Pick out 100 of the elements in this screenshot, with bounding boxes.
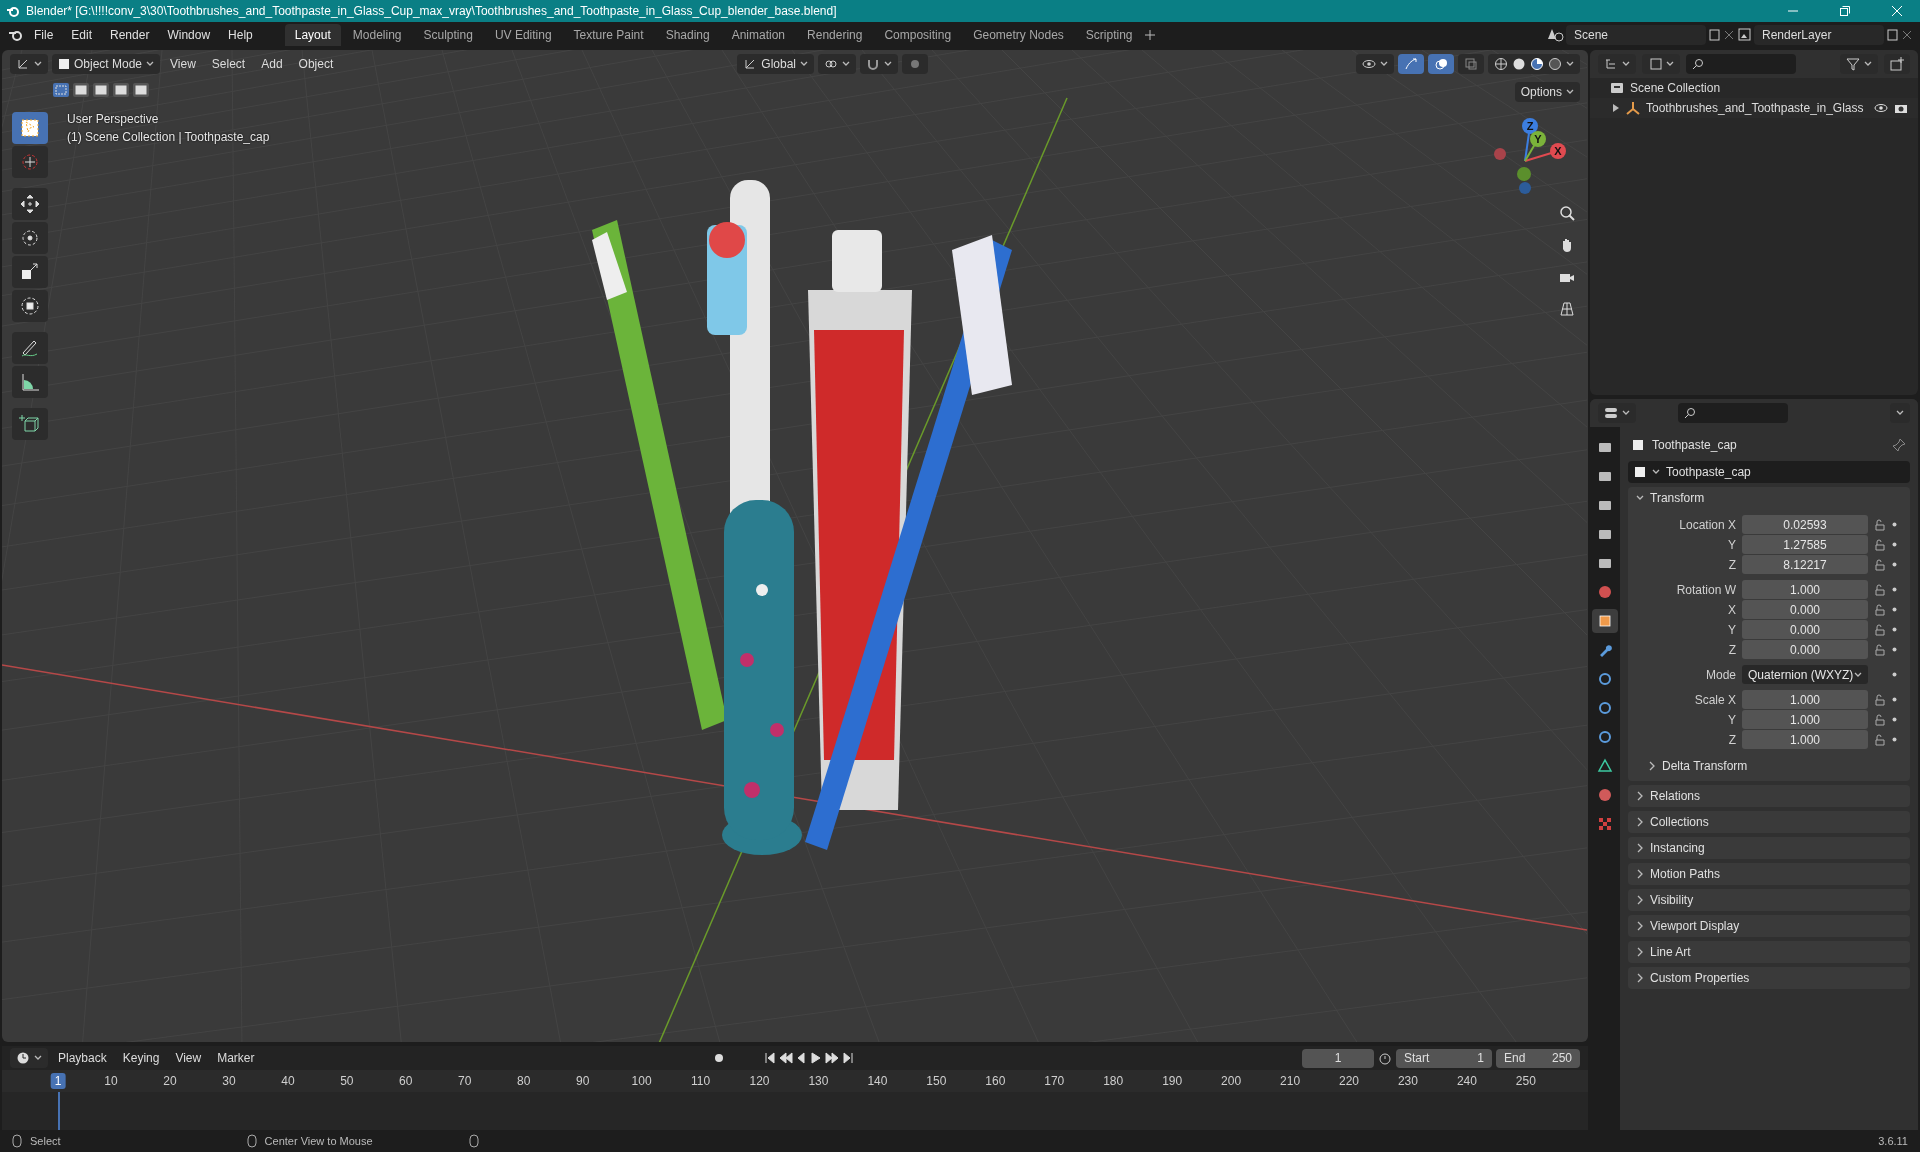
search-field[interactable]	[1686, 54, 1796, 74]
end-frame-field[interactable]: End 250	[1496, 1048, 1580, 1068]
shading-mode-buttons[interactable]	[1488, 54, 1580, 74]
subpanel-header[interactable]: Delta Transform	[1628, 755, 1910, 777]
tool-button[interactable]	[12, 290, 48, 322]
frame-number: 110	[690, 1073, 712, 1089]
workspace-tab[interactable]: Geometry Nodes	[963, 24, 1074, 46]
list-tree-icon	[1604, 57, 1618, 71]
close-icon[interactable]	[1892, 6, 1902, 16]
selection-mode-icon[interactable]	[132, 82, 150, 98]
timeline-menu-item[interactable]: Playback	[52, 1049, 113, 1067]
menu-item[interactable]: Edit	[63, 25, 101, 45]
collapsed-panel[interactable]: Visibility	[1628, 889, 1910, 911]
collapsed-panel[interactable]: Collections	[1628, 811, 1910, 833]
tool-button[interactable]	[12, 112, 48, 144]
collapsed-panel[interactable]: Instancing	[1628, 837, 1910, 859]
collapsed-panel[interactable]: Motion Paths	[1628, 863, 1910, 885]
overlay-toggle-button[interactable]	[1428, 54, 1454, 74]
new-collection-button[interactable]	[1884, 54, 1910, 74]
workspace-tab[interactable]: Modeling	[342, 24, 412, 46]
start-frame-field[interactable]: Start 1	[1396, 1048, 1492, 1068]
menu-item[interactable]: Window	[159, 25, 219, 45]
editor-type-button[interactable]	[10, 1048, 48, 1068]
viewport-menu-item[interactable]: Add	[255, 55, 289, 73]
collapsed-panel[interactable]: Viewport Display	[1628, 915, 1910, 937]
frame-number[interactable]: 1	[50, 1073, 66, 1089]
scene-field[interactable]: Scene	[1566, 25, 1706, 45]
mode-dropdown[interactable]: Quaternion (WXYZ)	[1742, 665, 1868, 684]
menu-item[interactable]: Help	[220, 25, 261, 45]
viewport-menu-item[interactable]: Object	[292, 55, 340, 73]
number-field[interactable]: 0.000	[1742, 640, 1868, 659]
collapsed-panel[interactable]: Custom Properties	[1628, 967, 1910, 989]
workspace-tab[interactable]: Layout	[284, 24, 341, 46]
proportional-edit-button[interactable]	[902, 54, 928, 74]
3d-viewport[interactable]: Object Mode View Select Add Object Global Options User Perspective (1) Scene Collection | Toothpaste_cap Z Y X	[2, 50, 1588, 1042]
workspace-tab[interactable]: Rendering	[797, 24, 873, 46]
workspace-tab[interactable]: Texture Paint	[563, 24, 654, 46]
number-field[interactable]: 0.000	[1742, 600, 1868, 619]
chevron-down-icon	[34, 1054, 42, 1062]
tool-button[interactable]	[12, 222, 48, 254]
options-dropdown[interactable]	[1890, 403, 1910, 423]
number-field[interactable]: 1.000	[1742, 690, 1868, 709]
workspace-tab[interactable]: UV Editing	[484, 24, 562, 46]
timeline-track[interactable]	[2, 1092, 1588, 1130]
workspace-tab[interactable]: Shading	[655, 24, 720, 46]
viewport-menu-item[interactable]: View	[164, 55, 202, 73]
timeline-menu-item[interactable]: Keying	[116, 1049, 166, 1067]
render-layer-field[interactable]: RenderLayer	[1754, 25, 1884, 45]
filter-button[interactable]	[1840, 54, 1878, 74]
workspace-tab[interactable]: Animation	[721, 24, 796, 46]
tool-button[interactable]	[12, 366, 48, 398]
collapsed-triangle-icon[interactable]	[1612, 104, 1620, 112]
pin-icon[interactable]	[1892, 438, 1906, 452]
collapsed-panel[interactable]: Relations	[1628, 785, 1910, 807]
outliner-row[interactable]: Scene Collection	[1590, 78, 1918, 98]
search-field[interactable]	[1678, 403, 1788, 423]
menu-item[interactable]: File	[26, 25, 62, 45]
number-field[interactable]: 0.000	[1742, 620, 1868, 639]
collapsed-panel[interactable]: Line Art	[1628, 941, 1910, 963]
tool-button[interactable]	[12, 188, 48, 220]
eye-icon[interactable]	[1874, 101, 1888, 115]
workspace-tab[interactable]: Sculpting	[413, 24, 483, 46]
selection-mode-icon[interactable]	[92, 82, 110, 98]
display-mode-button[interactable]	[1598, 54, 1636, 74]
object-name-field[interactable]: Toothpaste_cap	[1628, 461, 1910, 483]
gizmo-toggle-button[interactable]	[1398, 54, 1424, 74]
tool-button[interactable]	[12, 332, 48, 364]
workspace-tab[interactable]: Compositing	[874, 24, 962, 46]
number-field[interactable]: 0.02593	[1742, 515, 1868, 534]
number-field[interactable]: 1.27585	[1742, 535, 1868, 554]
number-field[interactable]: 8.12217	[1742, 555, 1868, 574]
properties-tab[interactable]	[1592, 609, 1618, 633]
stopwatch-icon[interactable]	[1378, 1051, 1392, 1065]
current-frame-field[interactable]: 1	[1302, 1048, 1374, 1068]
snap-button[interactable]	[860, 54, 898, 74]
number-field[interactable]: 1.000	[1742, 580, 1868, 599]
record-icon[interactable]	[712, 1051, 726, 1065]
number-field[interactable]: 1.000	[1742, 710, 1868, 729]
panel-header[interactable]: Transform	[1628, 487, 1910, 509]
editor-type-button[interactable]	[1598, 403, 1636, 423]
mode-dropdown[interactable]: Object Mode	[52, 54, 161, 74]
menu-item[interactable]: Render	[102, 25, 158, 45]
orientation-dropdown[interactable]: Global	[737, 54, 814, 74]
pivot-button[interactable]	[818, 54, 856, 74]
timeline-menu-item[interactable]: Marker	[211, 1049, 261, 1067]
selection-mode-icon[interactable]	[72, 82, 90, 98]
timeline-menu-item[interactable]: View	[169, 1049, 208, 1067]
navigation-gizmo[interactable]: Z Y X	[1490, 116, 1570, 196]
viewport-menu-item[interactable]: Select	[205, 55, 252, 73]
status-hint: Center View to Mouse	[264, 1135, 373, 1147]
visibility-button[interactable]	[1356, 54, 1394, 74]
options-dropdown[interactable]: Options	[1514, 82, 1580, 102]
tool-button[interactable]	[12, 256, 48, 288]
frame-number: 20	[162, 1073, 178, 1089]
filter-view-button[interactable]	[1642, 54, 1680, 74]
workspace-tab[interactable]: Scripting	[1075, 24, 1143, 46]
maximize-icon[interactable]	[1840, 6, 1850, 16]
selection-mode-icon[interactable]	[52, 82, 70, 98]
number-field[interactable]: 1.000	[1742, 730, 1868, 749]
selection-mode-icon[interactable]	[112, 82, 130, 98]
